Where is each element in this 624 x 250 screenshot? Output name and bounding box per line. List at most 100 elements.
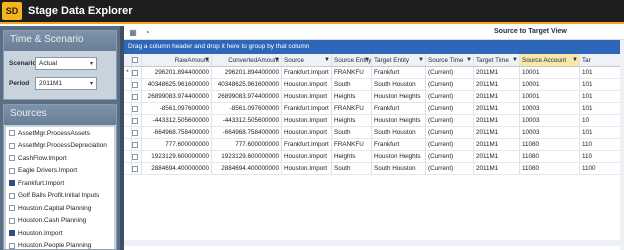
source-item[interactable]: Houston.Import [6, 227, 114, 240]
app-title: Stage Data Explorer [28, 5, 133, 17]
source-item[interactable]: Houston.Capital Planning [6, 202, 114, 215]
filter-icon[interactable]: ▼ [466, 54, 472, 66]
source-checkbox[interactable] [9, 217, 15, 224]
table-cell: 296201.894400000 [142, 67, 212, 78]
source-checkbox[interactable] [9, 205, 15, 212]
source-item[interactable]: AssetMgr.ProcessAssets [6, 127, 114, 140]
row-checkbox[interactable] [132, 103, 142, 114]
group-by-panel[interactable]: Drag a column header and drop it here to… [124, 40, 624, 54]
filter-icon[interactable]: ▼ [324, 54, 330, 66]
select-all-checkbox[interactable] [132, 54, 142, 66]
column-header[interactable]: RawAmount ▼ [142, 54, 212, 66]
row-checkbox[interactable] [132, 115, 142, 126]
table-cell: 101 [582, 105, 593, 112]
table-row[interactable]: 1923129.600000000 1923129.600000000 Housto… [124, 151, 624, 163]
row-checkbox[interactable] [132, 151, 142, 162]
table-row[interactable]: 777.600000000 777.600000000 Frankfurt.Impo… [124, 139, 624, 151]
source-item[interactable]: Houston.Cash Planning [6, 215, 114, 228]
table-cell: (Current) [426, 115, 474, 126]
table-cell: 10001 [520, 91, 580, 102]
table-cell: 296201.894400000 [212, 67, 282, 78]
source-checkbox[interactable] [9, 180, 15, 187]
source-item[interactable]: Golf Balls Profit.Initial Inputs [6, 190, 114, 203]
sources-title: Sources [4, 105, 116, 125]
table-cell: 101 [582, 69, 593, 76]
period-select[interactable]: 2011M1 ▾ [35, 76, 97, 90]
row-indicator [124, 163, 132, 174]
column-header[interactable]: Source Entity ▼ [332, 54, 372, 66]
column-header[interactable]: Tar [580, 54, 624, 66]
table-cell: Houston.Import [282, 91, 332, 102]
row-checkbox[interactable] [132, 139, 142, 150]
filter-icon[interactable]: ▼ [512, 54, 518, 66]
table-cell: Houston.Import [282, 127, 332, 138]
filter-icon[interactable]: ▼ [572, 54, 578, 66]
row-checkbox[interactable] [132, 79, 142, 90]
table-cell: South [332, 79, 372, 90]
filter-icon[interactable]: ▼ [204, 54, 210, 66]
table-row[interactable]: -8561.097600000 -8561.097600000 Frankfurt.… [124, 103, 624, 115]
table-cell: 1923129.600000000 [212, 151, 282, 162]
table-row[interactable]: 2884694.400000000 2884694.400000000 Housto… [124, 163, 624, 175]
table-cell: 11080 [520, 139, 580, 150]
table-cell: Houston Heights [372, 115, 426, 126]
column-header[interactable]: Target Entity ▼ [372, 54, 426, 66]
source-checkbox[interactable] [9, 242, 15, 249]
grid-icon[interactable]: ▦ [128, 28, 138, 38]
source-checkbox[interactable] [9, 155, 15, 162]
source-item[interactable]: Houston.People Planning [6, 240, 114, 249]
row-indicator: * [124, 67, 132, 78]
source-item[interactable]: Frankfurt.Import [6, 177, 114, 190]
table-row[interactable]: * 296201.894400000 296201.894400000 Frankfu… [124, 67, 624, 79]
table-cell: 2011M1 [474, 163, 520, 174]
scenario-select[interactable]: Actual ▾ [35, 56, 97, 70]
row-indicator [124, 115, 132, 126]
table-cell: Houston Heights [372, 151, 426, 162]
horizontal-scrollbar[interactable] [124, 240, 620, 246]
table-row[interactable]: 40348625.961600000 40348625.961600000 Hous… [124, 79, 624, 91]
table-cell: Houston.Import [282, 163, 332, 174]
source-item[interactable]: Eagle Drivers.Import [6, 165, 114, 178]
row-checkbox[interactable] [132, 163, 142, 174]
table-cell: 2011M1 [474, 127, 520, 138]
filter-icon[interactable]: ▼ [364, 54, 370, 66]
table-row[interactable]: -664968.758400000 -664968.758400000 Housto… [124, 127, 624, 139]
column-header[interactable]: Source Account ▼ [520, 54, 580, 66]
column-header[interactable]: ConvertedAmount ▼ [212, 54, 282, 66]
column-header[interactable]: Source Time ▼ [426, 54, 474, 66]
table-row[interactable]: 26899083.974400000 26899083.974400000 Hous… [124, 91, 624, 103]
source-item[interactable]: AssetMgr.ProcessDepreciation [6, 140, 114, 153]
source-label: CashFlow.Import [18, 154, 67, 162]
source-checkbox[interactable] [9, 192, 15, 199]
table-cell: South Houston [372, 127, 426, 138]
table-row[interactable]: -443312.505600000 -443312.505600000 Housto… [124, 115, 624, 127]
table-cell: 10003 [520, 103, 580, 114]
source-label: AssetMgr.ProcessDepreciation [18, 142, 107, 150]
table-cell: Frankfurt [372, 139, 426, 150]
table-cell: -8561.097600000 [142, 103, 212, 114]
column-header[interactable]: Source ▼ [282, 54, 332, 66]
table-cell: 777.600000000 [212, 139, 282, 150]
period-row: Period 2011M1 ▾ [4, 75, 116, 91]
row-checkbox[interactable] [132, 67, 142, 78]
chart-icon[interactable]: ◔ [142, 28, 152, 38]
scenario-row: Scenario Actual ▾ [4, 55, 116, 71]
source-checkbox[interactable] [9, 130, 15, 137]
column-header[interactable]: Target Time ▼ [474, 54, 520, 66]
row-checkbox[interactable] [132, 91, 142, 102]
table-cell: 2011M1 [474, 103, 520, 114]
table-cell: 2011M1 [474, 79, 520, 90]
vertical-scrollbar[interactable] [620, 40, 624, 250]
filter-icon[interactable]: ▼ [418, 54, 424, 66]
row-checkbox[interactable] [132, 127, 142, 138]
filter-icon[interactable]: ▼ [274, 54, 280, 66]
period-label: Period [9, 79, 30, 87]
table-cell: Heights [332, 91, 372, 102]
source-checkbox[interactable] [9, 230, 15, 237]
source-item[interactable]: CashFlow.Import [6, 152, 114, 165]
source-checkbox[interactable] [9, 167, 15, 174]
table-cell: 2011M1 [474, 139, 520, 150]
sources-panel: Sources AssetMgr.ProcessAssets AssetMgr.P… [3, 104, 117, 250]
data-grid: RawAmount ▼ ConvertedAmount ▼ Source ▼ Sour… [124, 54, 624, 175]
source-checkbox[interactable] [9, 142, 15, 149]
